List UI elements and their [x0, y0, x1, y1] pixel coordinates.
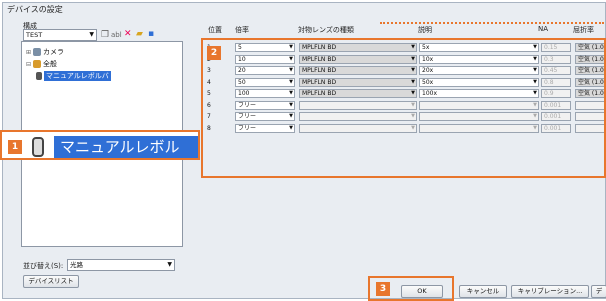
calibration-button[interactable]: キャリブレーション... [511, 285, 589, 298]
annotation-badge-1: 1 [8, 140, 22, 154]
revolver-icon [36, 72, 42, 80]
camera-icon [33, 48, 42, 56]
tree-item-camera[interactable]: ⊞ カメラ [26, 47, 64, 57]
config-combo[interactable]: TEST ▼ [23, 29, 97, 41]
col-header-position: 位置 [208, 26, 222, 34]
chevron-down-icon: ▼ [167, 261, 172, 268]
device-list-button[interactable]: デバイスリスト [23, 275, 79, 288]
rename-button[interactable]: abl [111, 31, 122, 39]
tree-item-manual-revolver[interactable]: マニュアルレボルバ [36, 71, 111, 81]
col-header-magnification: 倍率 [235, 26, 249, 34]
annotation-badge-3: 3 [376, 282, 390, 296]
col-header-lens-type: 対物レンズの種類 [298, 26, 354, 34]
annotation-badge-2: 2 [207, 46, 221, 60]
tree-item-label: マニュアルレボルバ [44, 71, 111, 81]
annotation-box-2 [201, 38, 606, 178]
window-title: デバイスの設定 [7, 5, 63, 14]
annotation-callout-1: 1 マニュアルレボルバ [0, 130, 200, 178]
sort-combo[interactable]: 光路 ▼ [67, 259, 175, 271]
gear-icon [33, 60, 42, 68]
tree-item-general[interactable]: ⊟ 全般 [26, 59, 57, 69]
tree-item-label: カメラ [43, 48, 65, 56]
col-header-na: NA [538, 25, 549, 33]
callout-selected-label: マニュアルレボルバ [54, 136, 198, 178]
annotation-dotted-line [380, 22, 604, 24]
expand-icon[interactable]: ⊞ [26, 49, 31, 56]
revolver-icon [32, 137, 44, 157]
extra-button[interactable]: デ [591, 285, 606, 298]
open-folder-icon[interactable]: ▰ [136, 29, 143, 39]
delete-icon[interactable]: ✕ [124, 29, 132, 39]
sort-label: 並び替え(S): [23, 262, 64, 270]
cancel-button[interactable]: キャンセル [459, 285, 507, 298]
col-header-refractive-index: 屈折率 [573, 26, 594, 34]
col-header-description: 説明 [418, 26, 432, 34]
collapse-icon[interactable]: ⊟ [26, 61, 31, 68]
copy-icon[interactable]: ❐ [101, 30, 109, 40]
tree-item-label: 全般 [43, 60, 58, 68]
chevron-down-icon: ▼ [89, 31, 94, 38]
config-value: TEST [26, 31, 43, 39]
save-icon[interactable]: ▪ [148, 29, 154, 39]
sort-value: 光路 [70, 261, 83, 269]
